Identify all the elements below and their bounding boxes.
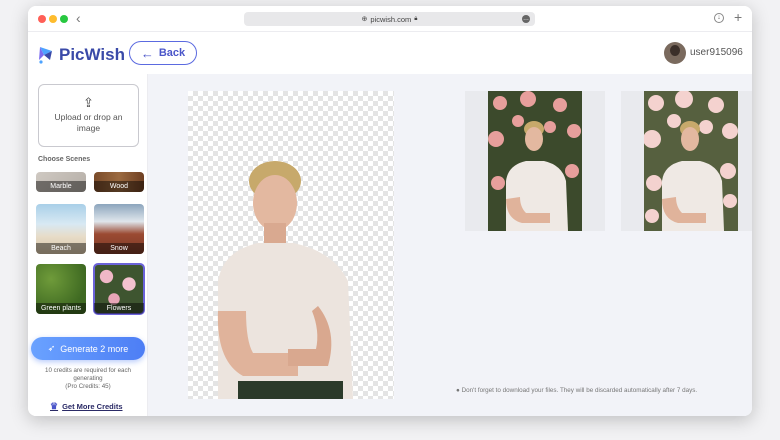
maximize-window-button[interactable] xyxy=(60,15,68,23)
download-icon[interactable]: ↓ xyxy=(714,13,724,23)
notice-text: Don't forget to download your files. The… xyxy=(461,387,698,394)
generate-button-label: Generate 2 more xyxy=(60,343,129,354)
plus-icon[interactable]: + xyxy=(734,9,742,25)
chevron-left-icon[interactable]: ‹ xyxy=(76,10,81,26)
scene-green-plants[interactable]: Green plants xyxy=(36,264,86,314)
avatar[interactable] xyxy=(664,42,686,64)
lock-icon: 🔒︎ xyxy=(414,15,418,22)
app-header: PicWish ← Back user915096 xyxy=(28,32,752,74)
scene-label: Beach xyxy=(36,243,86,254)
cursor-click-icon: ➶ xyxy=(47,343,56,353)
url-text: picwish.com xyxy=(370,14,412,24)
scene-label: Flowers xyxy=(94,303,144,314)
upload-dropzone[interactable]: ⇪ Upload or drop an image xyxy=(38,84,139,147)
minimize-window-button[interactable] xyxy=(49,15,57,23)
back-button-label: Back xyxy=(158,47,186,59)
address-bar[interactable]: ⊕ picwish.com 🔒︎ … xyxy=(244,12,535,26)
scene-marble[interactable]: Marble xyxy=(36,172,86,192)
result-thumbnail-1[interactable] xyxy=(465,91,605,231)
logo-text[interactable]: PicWish xyxy=(59,45,125,65)
main-workspace: ● Don't forget to download your files. T… xyxy=(148,74,752,416)
credits-requirement: 10 credits are required for each generat… xyxy=(45,367,131,382)
scene-label: Marble xyxy=(36,181,86,192)
more-icon[interactable]: … xyxy=(522,15,530,23)
username[interactable]: user915096 xyxy=(690,47,743,58)
back-button[interactable]: ← Back xyxy=(129,41,197,65)
globe-icon: ⊕ xyxy=(361,16,368,23)
cutout-subject-image xyxy=(217,161,353,399)
scene-flowers[interactable]: Flowers xyxy=(93,263,145,315)
browser-toolbar: ‹ ⊕ picwish.com 🔒︎ … ↓ + xyxy=(28,6,752,32)
sidebar: ⇪ Upload or drop an image Choose Scenes … xyxy=(28,74,148,416)
credits-note: 10 credits are required for each generat… xyxy=(36,367,140,391)
result-thumbnail-2[interactable] xyxy=(621,91,752,231)
scene-wood[interactable]: Wood xyxy=(94,172,144,192)
get-more-credits-link[interactable]: ♛ Get More Credits xyxy=(50,401,123,412)
close-window-button[interactable] xyxy=(38,15,46,23)
upload-text: Upload or drop an image xyxy=(54,112,123,133)
download-notice: ● Don't forget to download your files. T… xyxy=(456,387,697,394)
cloud-upload-icon: ⇪ xyxy=(83,95,94,110)
generate-button[interactable]: ➶ Generate 2 more xyxy=(31,337,145,360)
info-dot-icon: ● xyxy=(456,387,460,394)
arrow-left-icon: ← xyxy=(140,45,154,61)
result-image-2 xyxy=(644,91,738,231)
cutout-preview-canvas[interactable] xyxy=(188,91,394,399)
scene-label: Green plants xyxy=(36,303,86,314)
scenes-title: Choose Scenes xyxy=(38,156,91,163)
picwish-logo-icon xyxy=(39,47,52,64)
scene-beach[interactable]: Beach xyxy=(36,204,86,254)
browser-window: ‹ ⊕ picwish.com 🔒︎ … ↓ + PicWish ← Back … xyxy=(28,6,752,416)
get-more-credits-label: Get More Credits xyxy=(62,402,123,411)
pro-credits: (Pro Credits: 45) xyxy=(65,383,111,390)
crown-icon: ♛ xyxy=(50,401,59,411)
scene-label: Snow xyxy=(94,243,144,254)
result-image-1 xyxy=(488,91,582,231)
scene-snow[interactable]: Snow xyxy=(94,204,144,254)
scene-label: Wood xyxy=(94,181,144,192)
